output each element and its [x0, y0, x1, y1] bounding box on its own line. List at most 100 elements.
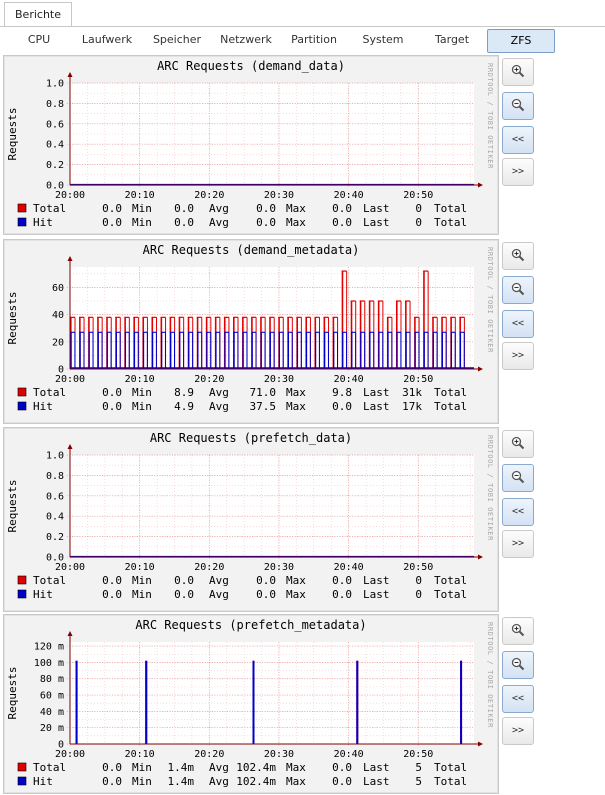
- y-tick-label: 20: [52, 337, 64, 348]
- legend-swatch-total: [17, 762, 27, 772]
- chart-svg: ARC Requests (demand_metadata) Requests RR…: [6, 243, 494, 413]
- y-tick-label: 80 m: [40, 674, 64, 685]
- legend-text: 0.0: [102, 216, 122, 229]
- y-tick-label: 1.0: [46, 79, 64, 90]
- zoom-out-icon: [511, 282, 525, 296]
- legend-text: 31k: [402, 386, 422, 399]
- y-tick-label: 1.0: [46, 451, 64, 462]
- bar-hit: [314, 332, 317, 369]
- x-tick-label: 20:50: [403, 374, 433, 385]
- scroll-back-button[interactable]: <<: [502, 310, 534, 338]
- legend-text: Min: [132, 574, 152, 587]
- y-tick-label: 120 m: [34, 642, 64, 653]
- zoom-out-button[interactable]: [502, 651, 534, 679]
- x-tick-label: 20:20: [194, 562, 224, 573]
- bar-hit: [206, 332, 208, 369]
- x-tick-label: 20:40: [334, 562, 364, 573]
- legend-text: Min: [132, 761, 152, 774]
- legend-text: Avg: [209, 761, 229, 774]
- scroll-forward-button[interactable]: >>: [502, 158, 534, 186]
- subtab-system[interactable]: System: [355, 29, 411, 51]
- zoom-in-icon: [511, 248, 525, 262]
- legend-text: 0.0: [174, 574, 194, 587]
- legend-text: Max: [286, 216, 306, 229]
- bar-hit: [423, 332, 425, 369]
- y-tick-label: 0.2: [46, 160, 64, 171]
- legend-text: 1.4m: [168, 761, 195, 774]
- bar-hit: [414, 332, 416, 369]
- legend-text: 0.0: [332, 588, 352, 601]
- subtab-partition[interactable]: Partition: [284, 29, 344, 51]
- zoom-in-button[interactable]: [502, 430, 534, 458]
- legend-text: Total: [434, 775, 467, 788]
- scroll-forward-button[interactable]: >>: [502, 530, 534, 558]
- x-tick-label: 20:30: [264, 190, 294, 201]
- legend-text: 0.0: [102, 588, 122, 601]
- report-header: Berichte: [0, 0, 605, 27]
- bar-hit: [369, 332, 371, 369]
- zoom-out-button[interactable]: [502, 92, 534, 120]
- legend-text: Total: [33, 574, 66, 587]
- legend-text: Total: [33, 202, 66, 215]
- bar-hit: [432, 332, 434, 369]
- bar-hit: [160, 332, 163, 369]
- bar-hit: [188, 332, 190, 369]
- zoom-in-icon: [511, 436, 525, 450]
- x-tick-label: 20:10: [125, 190, 155, 201]
- y-tick-label: 40: [52, 310, 64, 321]
- scroll-back-button[interactable]: <<: [502, 685, 534, 713]
- legend-text: 5: [415, 775, 422, 788]
- scroll-back-button[interactable]: <<: [502, 126, 534, 154]
- tab-berichte[interactable]: Berichte: [4, 2, 72, 26]
- subtab-target[interactable]: Target: [425, 29, 479, 51]
- zoom-out-button[interactable]: [502, 464, 534, 492]
- bar-hit: [142, 332, 145, 369]
- legend-text: 1.4m: [168, 775, 195, 788]
- legend-text: Max: [286, 574, 306, 587]
- bar-hit: [133, 332, 136, 369]
- bar-hit: [170, 332, 172, 369]
- x-tick-label: 20:30: [264, 374, 294, 385]
- zoom-out-button[interactable]: [502, 276, 534, 304]
- legend-text: 0.0: [256, 588, 276, 601]
- subtab-cpu[interactable]: CPU: [18, 29, 60, 51]
- subtab-speicher[interactable]: Speicher: [146, 29, 208, 51]
- subtab-zfs[interactable]: ZFS: [487, 29, 555, 53]
- zoom-in-button[interactable]: [502, 242, 534, 270]
- chart-panel-demand-data: ARC Requests (demand_data) Requests RRDTOO…: [3, 55, 499, 235]
- rrdtool-watermark: RRDTOOL / TOBI OETIKER: [486, 247, 494, 353]
- legend-text: Avg: [209, 588, 229, 601]
- zoom-in-button[interactable]: [502, 58, 534, 86]
- bar-hit: [460, 660, 463, 744]
- legend-text: Last: [363, 386, 390, 399]
- legend-text: Max: [286, 775, 306, 788]
- bar-hit: [405, 332, 407, 369]
- scroll-forward-button[interactable]: >>: [502, 342, 534, 370]
- legend-text: 0.0: [102, 202, 122, 215]
- scroll-forward-button[interactable]: >>: [502, 717, 534, 745]
- legend-text: 0.0: [332, 574, 352, 587]
- bar-hit: [351, 332, 353, 369]
- subtab-laufwerk[interactable]: Laufwerk: [76, 29, 138, 51]
- bar-hit: [151, 332, 154, 369]
- scroll-back-button[interactable]: <<: [502, 498, 534, 526]
- legend-text: 5: [415, 761, 422, 774]
- legend-swatch-hit: [17, 776, 27, 786]
- legend-text: Min: [132, 400, 152, 413]
- legend-text: Hit: [33, 216, 53, 229]
- chart-title: ARC Requests (prefetch_data): [150, 431, 352, 445]
- legend-swatch-total: [17, 203, 27, 213]
- legend-text: 0.0: [102, 775, 122, 788]
- legend-swatch-total: [17, 387, 27, 397]
- legend-text: 0.0: [102, 400, 122, 413]
- legend-text: 0.0: [102, 761, 122, 774]
- chart-panel-prefetch-metadata: ARC Requests (prefetch_metadata) Requests…: [3, 614, 499, 794]
- subtab-netzwerk[interactable]: Netzwerk: [213, 29, 279, 51]
- y-tick-label: 40 m: [40, 707, 64, 718]
- y-tick-label: 60: [52, 283, 64, 294]
- legend-text: Min: [132, 202, 152, 215]
- legend-text: Hit: [33, 400, 53, 413]
- zoom-in-button[interactable]: [502, 617, 534, 645]
- y-tick-label: 0.6: [46, 119, 64, 130]
- legend-text: Max: [286, 761, 306, 774]
